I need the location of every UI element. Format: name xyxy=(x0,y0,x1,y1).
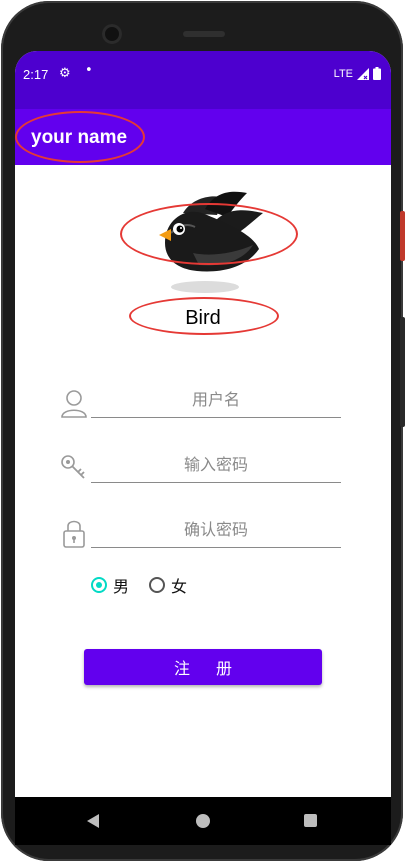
person-icon xyxy=(61,390,87,418)
settings-icon: ⚙ xyxy=(59,66,71,81)
volume-button xyxy=(400,317,405,427)
image-annotation-oval xyxy=(120,203,298,265)
status-bar: 2:17 ⚙ • LTE xyxy=(15,51,391,109)
home-icon[interactable] xyxy=(196,814,210,828)
title-annotation-oval xyxy=(15,111,145,163)
username-input[interactable] xyxy=(91,381,341,418)
password-row xyxy=(59,446,359,496)
phone-frame: 2:17 ⚙ • LTE your name Bird 用户名 男 女 注册 xyxy=(1,1,405,861)
navigation-bar xyxy=(15,797,391,845)
power-button xyxy=(400,211,405,261)
radio-unchecked-icon[interactable] xyxy=(149,577,166,593)
front-camera xyxy=(102,24,122,44)
lock-icon xyxy=(63,520,85,548)
earpiece-speaker xyxy=(183,31,225,37)
register-button[interactable]: 注册 xyxy=(84,649,322,685)
recents-icon[interactable] xyxy=(304,814,317,827)
back-icon[interactable] xyxy=(87,814,101,828)
notification-dot-icon: • xyxy=(85,63,93,78)
network-type: LTE xyxy=(333,67,353,80)
radio-female-label: 女 xyxy=(171,577,188,596)
battery-icon xyxy=(373,67,381,80)
password-input[interactable] xyxy=(91,446,341,483)
confirm-password-row xyxy=(59,511,359,561)
radio-female[interactable]: 女 xyxy=(149,573,187,597)
status-indicators: LTE xyxy=(334,67,381,80)
radio-male-label: 男 xyxy=(113,577,130,596)
key-icon xyxy=(61,455,85,479)
screen: 2:17 ⚙ • LTE your name Bird 用户名 男 女 注册 xyxy=(15,51,391,831)
radio-male[interactable]: 男 xyxy=(91,573,129,597)
confirm-password-input[interactable] xyxy=(91,511,341,548)
name-annotation-oval xyxy=(129,297,279,335)
signal-icon xyxy=(357,67,369,80)
status-time: 2:17 xyxy=(23,67,49,82)
gender-radio-group: 男 女 xyxy=(91,573,187,597)
username-row xyxy=(59,381,359,431)
radio-checked-icon[interactable] xyxy=(91,577,107,593)
